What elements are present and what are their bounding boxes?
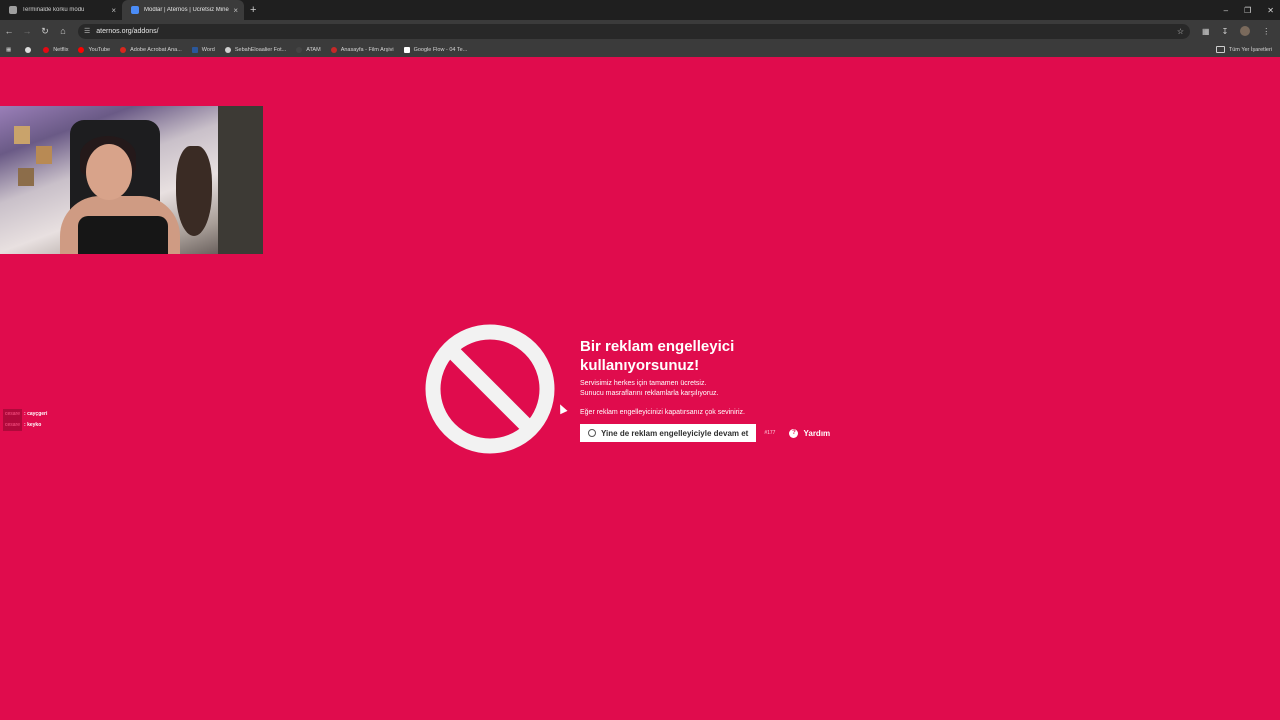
bookmark-label: Word [201, 46, 215, 53]
prohibited-icon [425, 324, 555, 454]
shelf [218, 106, 263, 254]
help-link[interactable]: ? Yardım [789, 428, 831, 438]
tab-strip: Terminalde korku modu × Modlar | Aternos… [0, 0, 1280, 20]
back-icon[interactable]: ← [0, 26, 18, 36]
chat-overlay: cesare : cayçgeri cesare : keyko [3, 409, 47, 431]
forward-icon[interactable]: → [18, 26, 36, 36]
all-bookmarks-label: Tüm Yer İşaretleri [1228, 46, 1272, 53]
chat-message: cesare : cayçgeri [3, 409, 47, 420]
streamer-face [86, 144, 132, 200]
tab-favicon-icon [131, 6, 139, 14]
bookmark-acrobat[interactable]: Adobe Acrobat Ana... [120, 46, 182, 53]
word-icon [191, 46, 198, 53]
streamer-top [78, 216, 168, 254]
netflix-icon [43, 46, 50, 53]
close-tab-icon[interactable]: × [233, 6, 238, 15]
bookmark-label: ATAM [306, 46, 321, 53]
help-icon: ? [789, 428, 799, 438]
notice-title: Bir reklam engelleyici kullanıyorsunuz! [580, 338, 735, 374]
bookmark-word[interactable]: Word [191, 46, 215, 53]
tab-aternos[interactable]: Modlar | Aternos | Ücretsiz Mine × [122, 0, 244, 20]
minimize-icon[interactable]: – [1224, 6, 1228, 15]
browser-toolbar: ← → ↻ ⌂ ☰ aternos.org/addons/ ☆ ▦ ↧ ⋮ [0, 20, 1280, 42]
site-icon [330, 46, 337, 53]
bookmark-netflix[interactable]: Netflix [43, 46, 69, 53]
smile-icon [588, 429, 596, 437]
bookmark-film-arsivi[interactable]: Anasayfa - Film Arşivi [330, 46, 394, 53]
home-icon[interactable]: ⌂ [54, 26, 72, 36]
profile-avatar[interactable] [1240, 26, 1251, 36]
help-label: Yardım [803, 428, 831, 438]
bookmark-label: Netflix [53, 46, 69, 53]
tab-label: Terminalde korku modu [22, 7, 85, 13]
chrome-icon[interactable] [25, 46, 32, 53]
bookmark-foto[interactable]: SebahEloaalier Fot... [224, 46, 287, 53]
bookmark-star-icon[interactable]: ☆ [1177, 27, 1184, 36]
continue-label: Yine de reklam engelleyiciyle devam et [601, 428, 749, 438]
close-tab-icon[interactable]: × [111, 6, 116, 15]
bookmark-label: Anasayfa - Film Arşivi [340, 46, 394, 53]
new-tab-button[interactable]: + [250, 4, 256, 16]
bookmark-youtube[interactable]: YouTube [78, 46, 111, 53]
chat-text: : cayçgeri [24, 411, 48, 417]
download-icon[interactable]: ↧ [1222, 27, 1229, 36]
bookmark-label: SebahEloaalier Fot... [234, 46, 287, 53]
wall-poster [18, 168, 34, 186]
folder-icon [1215, 46, 1225, 53]
bookmark-atam[interactable]: ATAM [296, 46, 321, 53]
notice-line-1: Servisimiz herkes için tamamen ücretsiz. [580, 380, 707, 387]
bookmark-label: YouTube [88, 46, 111, 53]
chat-message: cesare : keyko [3, 420, 47, 431]
youtube-icon [78, 46, 85, 53]
tab-label: Modlar | Aternos | Ücretsiz Mine [144, 7, 229, 13]
address-bar[interactable]: ☰ aternos.org/addons/ ☆ [78, 23, 1190, 39]
notice-actions: Yine de reklam engelleyiciyle devam et #… [580, 424, 830, 442]
all-bookmarks[interactable]: Tüm Yer İşaretleri [1215, 42, 1272, 57]
notice-line-3: Eğer reklam engelleyicinizi kapatırsanız… [580, 409, 745, 416]
window-controls: – ❐ ✕ [1224, 0, 1274, 20]
chat-user: cesare [3, 420, 23, 431]
bookmarks-bar: ▦ Netflix YouTube Adobe Acrobat Ana... W… [0, 42, 1280, 57]
site-icon [224, 46, 231, 53]
continue-with-adblock-button[interactable]: Yine de reklam engelleyiciyle devam et [580, 424, 757, 442]
site-info-icon[interactable]: ☰ [84, 27, 90, 35]
restore-icon[interactable]: ❐ [1244, 6, 1251, 15]
webcam-overlay [0, 106, 263, 254]
bookmark-label: Google Flow - 04 Te... [413, 46, 468, 53]
site-icon [296, 46, 303, 53]
apps-icon[interactable]: ▦ [6, 47, 11, 53]
extensions-icon[interactable]: ▦ [1202, 27, 1210, 36]
adblock-notice: Bir reklam engelleyici kullanıyorsunuz! … [580, 337, 900, 418]
menu-icon[interactable]: ⋮ [1262, 27, 1270, 36]
tab-terminal[interactable]: Terminalde korku modu × [0, 0, 122, 20]
bookmark-label: Adobe Acrobat Ana... [130, 46, 182, 53]
wall-poster [14, 126, 30, 144]
chat-text: : keyko [24, 422, 42, 428]
guitar [176, 146, 212, 236]
toolbar-actions: ▦ ↧ ⋮ [1202, 26, 1270, 36]
reload-icon[interactable]: ↻ [36, 26, 54, 37]
url-text[interactable]: aternos.org/addons/ [96, 28, 1177, 35]
window-close-icon[interactable]: ✕ [1267, 6, 1274, 15]
chat-user: cesare [3, 409, 23, 420]
tab-favicon-icon [9, 6, 17, 14]
notice-code: #177 [764, 430, 776, 436]
wall-poster [36, 146, 52, 164]
page-icon [403, 46, 410, 53]
mouse-cursor-icon [556, 402, 568, 415]
notice-line-2: Sunucu masraflarını reklamlarla karşılıy… [580, 390, 719, 397]
bookmark-google-flow[interactable]: Google Flow - 04 Te... [403, 46, 468, 53]
acrobat-icon [120, 46, 127, 53]
